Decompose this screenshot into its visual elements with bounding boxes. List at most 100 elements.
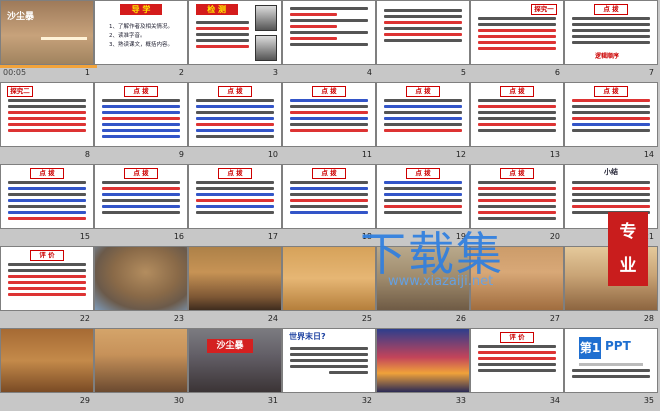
slide-29-preview[interactable]: [0, 328, 94, 393]
slide-number: 3: [272, 68, 278, 77]
slide-16-preview[interactable]: 点 拨: [94, 164, 188, 229]
slide-thumb-6[interactable]: 探究一 6: [470, 0, 564, 80]
slide-thumb-35[interactable]: 第1 PPT 35: [564, 328, 658, 408]
slide-20-title: 点 拨: [500, 168, 534, 179]
slide-thumb-11[interactable]: 点 拨 11: [282, 82, 376, 162]
slide-34-title: 评 价: [500, 332, 534, 343]
slide-6-preview[interactable]: 探究一: [470, 0, 564, 65]
slide-34-preview[interactable]: 评 价: [470, 328, 564, 393]
slide-32-title: 世界末日?: [289, 332, 326, 341]
slide-number: 2: [178, 68, 184, 77]
slide-thumb-9[interactable]: 点 拨 9: [94, 82, 188, 162]
slide-10-title: 点 拨: [218, 86, 252, 97]
slide-number: 4: [366, 68, 372, 77]
slide-7-preview[interactable]: 点 拨 逻辑顺序: [564, 0, 658, 65]
sandstorm-photo: [1, 329, 93, 392]
slide-number: 30: [173, 396, 184, 405]
slide-thumb-8[interactable]: 探究二 8: [0, 82, 94, 162]
sandstorm-photo: 沙尘暴: [189, 329, 281, 392]
slide-number: 11: [361, 150, 372, 159]
slide-22-preview[interactable]: 评 价: [0, 246, 94, 311]
slide-thumb-2[interactable]: 导 学 1、了解作者及相关情况。 2、读准字音。 3、熟读课文，概括内容。 2: [94, 0, 188, 80]
slide-number: 6: [554, 68, 560, 77]
slide-number: 16: [173, 232, 184, 241]
slide-number: 34: [549, 396, 560, 405]
slide-10-preview[interactable]: 点 拨: [188, 82, 282, 147]
slide-7-title: 点 拨: [594, 4, 628, 15]
slide-thumb-1[interactable]: 沙尘暴 00:05 1: [0, 0, 97, 80]
slide-thumb-13[interactable]: 点 拨 13: [470, 82, 564, 162]
slide-number: 23: [173, 314, 184, 323]
slide-timing: 00:05: [3, 68, 27, 77]
slide-35-preview[interactable]: 第1 PPT: [564, 328, 658, 393]
slide-9-preview[interactable]: 点 拨: [94, 82, 188, 147]
slide-17-preview[interactable]: 点 拨: [188, 164, 282, 229]
slide-1-preview[interactable]: 沙尘暴: [0, 0, 97, 68]
slide-2-preview[interactable]: 导 学 1、了解作者及相关情况。 2、读准字音。 3、熟读课文，概括内容。: [94, 0, 188, 65]
slide-4-preview[interactable]: [282, 0, 376, 65]
slide-32-preview[interactable]: 世界末日?: [282, 328, 376, 393]
slide-12-preview[interactable]: 点 拨: [376, 82, 470, 147]
slide-number: 13: [549, 150, 560, 159]
slide-24-preview[interactable]: [188, 246, 282, 311]
slide-thumb-7[interactable]: 点 拨 逻辑顺序 7: [564, 0, 658, 80]
slide-thumb-34[interactable]: 评 价 34: [470, 328, 564, 408]
author-photo: [255, 35, 277, 61]
watermark-url: www.xiazaiji.net: [388, 274, 494, 289]
slide-11-preview[interactable]: 点 拨: [282, 82, 376, 147]
slide-thumb-16[interactable]: 点 拨 16: [94, 164, 188, 244]
slide-13-title: 点 拨: [500, 86, 534, 97]
slide-31-preview[interactable]: 沙尘暴: [188, 328, 282, 393]
slide-9-title: 点 拨: [124, 86, 158, 97]
slide-13-preview[interactable]: 点 拨: [470, 82, 564, 147]
watermark-seal: 专 业: [608, 212, 648, 286]
slide-14-title: 点 拨: [594, 86, 628, 97]
slide-number: 10: [267, 150, 278, 159]
slide-thumb-17[interactable]: 点 拨 17: [188, 164, 282, 244]
slide-thumb-12[interactable]: 点 拨 12: [376, 82, 470, 162]
slide-23-preview[interactable]: [94, 246, 188, 311]
slide-15-preview[interactable]: 点 拨: [0, 164, 94, 229]
slide-19-title: 点 拨: [406, 168, 440, 179]
slide-8-title: 探究二: [7, 86, 33, 97]
slide-3-preview[interactable]: 检 测: [188, 0, 282, 65]
slide-thumb-24[interactable]: 24: [188, 246, 282, 326]
slide-17-title: 点 拨: [218, 168, 252, 179]
slide-thumb-5[interactable]: 5: [376, 0, 470, 80]
ppt-logo: 第1 PPT: [579, 337, 643, 366]
slide-thumb-23[interactable]: 23: [94, 246, 188, 326]
slide-14-preview[interactable]: 点 拨: [564, 82, 658, 147]
sandstorm-photo: [95, 247, 187, 310]
slide-8-preview[interactable]: 探究二: [0, 82, 94, 147]
slide-21-title: 小结: [604, 168, 618, 176]
slide-30-preview[interactable]: [94, 328, 188, 393]
slide-6-title: 探究一: [531, 4, 557, 15]
slide-thumb-10[interactable]: 点 拨 10: [188, 82, 282, 162]
slide-33-preview[interactable]: [376, 328, 470, 393]
slide-thumb-32[interactable]: 世界末日? 32: [282, 328, 376, 408]
slide-number: 27: [549, 314, 560, 323]
slide-thumb-22[interactable]: 评 价 22: [0, 246, 94, 326]
slide-7-subtitle: 逻辑顺序: [595, 53, 620, 60]
slide-thumb-4[interactable]: 4: [282, 0, 376, 80]
slide-5-preview[interactable]: [376, 0, 470, 65]
slide-2-line-2: 2、读准字音。: [109, 33, 146, 39]
slide-number: 28: [643, 314, 654, 323]
slide-number: 29: [79, 396, 90, 405]
slide-thumb-31[interactable]: 沙尘暴 31: [188, 328, 282, 408]
slide-thumb-29[interactable]: 29: [0, 328, 94, 408]
slide-11-title: 点 拨: [312, 86, 346, 97]
slide-thumb-15[interactable]: 点 拨 15: [0, 164, 94, 244]
slide-thumb-30[interactable]: 30: [94, 328, 188, 408]
slide-number: 5: [460, 68, 466, 77]
slide-1-subtitle-bar: [41, 37, 87, 40]
slide-thumb-14[interactable]: 点 拨 14: [564, 82, 658, 162]
slide-number: 26: [455, 314, 466, 323]
slide-thumb-3[interactable]: 检 测 3: [188, 0, 282, 80]
sandstorm-photo: [95, 329, 187, 392]
slide-16-title: 点 拨: [124, 168, 158, 179]
slide-thumb-33[interactable]: 33: [376, 328, 470, 408]
slide-2-title: 导 学: [120, 4, 162, 15]
slide-31-label: 沙尘暴: [207, 339, 253, 353]
sandstorm-photo: [189, 247, 281, 310]
